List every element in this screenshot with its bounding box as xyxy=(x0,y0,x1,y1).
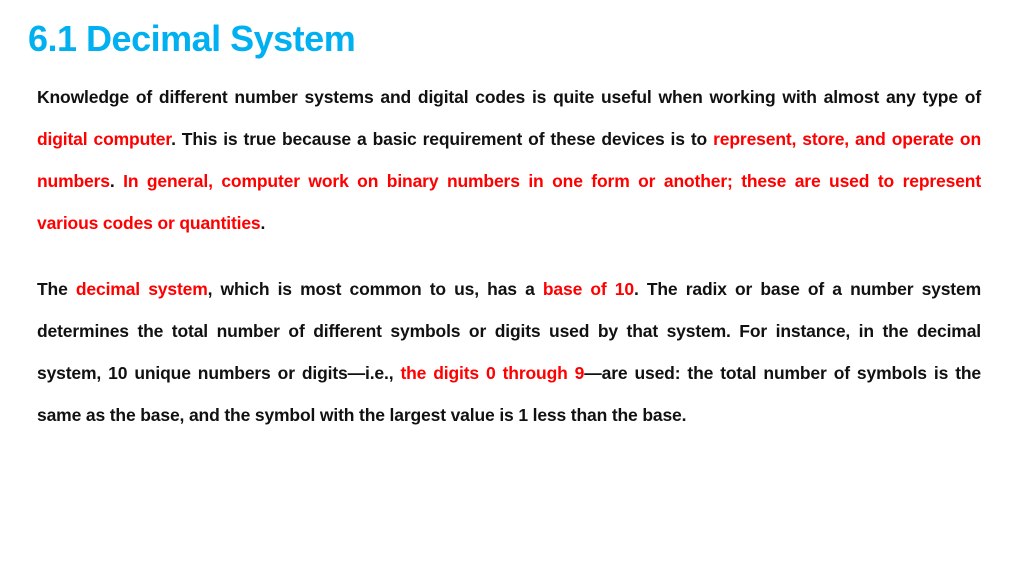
paragraph-decimal-system: The decimal system, which is most common… xyxy=(37,268,981,436)
highlight-base-of-10: base of 10 xyxy=(542,279,634,299)
text-segment: . xyxy=(109,171,124,191)
highlight-digits-0-through-9: the digits 0 through 9 xyxy=(400,363,585,383)
text-segment: , which is most common to us, has a xyxy=(207,279,543,299)
text-segment: The xyxy=(37,279,76,299)
text-segment: . xyxy=(260,213,266,233)
paragraph-intro: Knowledge of different number systems an… xyxy=(37,76,981,244)
text-segment: Knowledge of different number systems an… xyxy=(37,87,981,107)
slide-title: 6.1 Decimal System xyxy=(28,18,356,59)
highlight-decimal-system: decimal system xyxy=(75,279,208,299)
highlight-digital-computer: digital computer xyxy=(37,129,172,149)
highlight-binary-numbers: In general, computer work on binary numb… xyxy=(37,171,981,233)
text-segment: . This is true because a basic requireme… xyxy=(171,129,714,149)
